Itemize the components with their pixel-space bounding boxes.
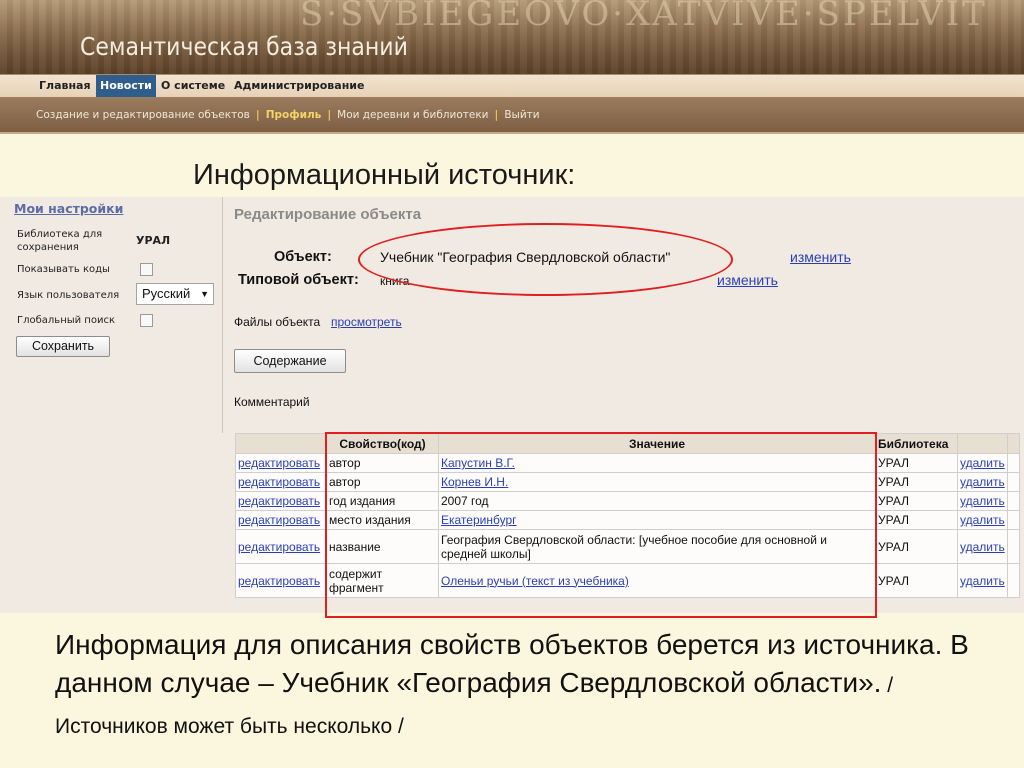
edit-link[interactable]: редактировать <box>238 475 320 489</box>
delete-link[interactable]: удалить <box>960 540 1005 554</box>
delete-link[interactable]: удалить <box>960 494 1005 508</box>
edit-link[interactable]: редактировать <box>238 574 320 588</box>
delete-link[interactable]: удалить <box>960 475 1005 489</box>
library-cell: УРАЛ <box>875 491 958 511</box>
edit-link[interactable]: редактировать <box>238 456 320 470</box>
type-object-label: Типовой объект: <box>238 272 359 288</box>
settings-sidebar: Мои настройки Библиотека для сохранения … <box>0 197 222 433</box>
spacer-cell <box>1007 472 1020 492</box>
object-label: Объект: <box>274 249 332 265</box>
subnav-item-create-edit[interactable]: Создание и редактирование объектов <box>36 109 250 121</box>
global-search-checkbox[interactable] <box>140 314 153 327</box>
header-banner: S·SVBIEGEOVO·XATVIVE·SPELVIT Семантическ… <box>0 0 1024 74</box>
spacer-cell <box>1007 453 1020 473</box>
library-cell: УРАЛ <box>875 472 958 492</box>
subnav-item-logout[interactable]: Выйти <box>504 109 539 121</box>
header-library: Библиотека <box>875 433 958 454</box>
subnav-item-profile[interactable]: Профиль <box>266 109 322 121</box>
subnav-separator: | <box>327 109 332 121</box>
spacer-cell <box>1007 563 1020 598</box>
annotation-ellipse <box>358 223 733 296</box>
header-empty-cell <box>1007 433 1020 454</box>
edit-link[interactable]: редактировать <box>238 513 320 527</box>
nav-item-news[interactable]: Новости <box>96 75 156 97</box>
slide-heading: Информационный источник: <box>193 159 576 191</box>
contents-button[interactable]: Содержание <box>234 349 346 373</box>
spacer-cell <box>1007 491 1020 511</box>
subnav-separator: | <box>494 109 499 121</box>
spacer-cell <box>1007 529 1020 564</box>
sub-nav-row: Создание и редактирование объектов | Профи… <box>36 109 540 121</box>
comment-label: Комментарий <box>234 395 310 409</box>
header-empty-cell <box>235 433 327 454</box>
nav-item-admin[interactable]: Администрирование <box>234 75 364 97</box>
delete-link[interactable]: удалить <box>960 513 1005 527</box>
subnav-separator: | <box>255 109 260 121</box>
library-value: УРАЛ <box>136 234 171 247</box>
spacer-cell <box>1007 510 1020 530</box>
library-cell: УРАЛ <box>875 529 958 564</box>
library-label: Библиотека для сохранения <box>17 229 103 253</box>
type-object-change-link[interactable]: изменить <box>717 272 778 288</box>
language-select[interactable]: Русский ▼ <box>136 283 214 305</box>
sidebar-title[interactable]: Мои настройки <box>14 201 123 216</box>
edit-link[interactable]: редактировать <box>238 540 320 554</box>
header-empty-cell <box>957 433 1008 454</box>
annotation-rectangle <box>325 432 877 618</box>
delete-link[interactable]: удалить <box>960 574 1005 588</box>
delete-link[interactable]: удалить <box>960 456 1005 470</box>
subnav-item-trees-libraries[interactable]: Мои деревни и библиотеки <box>337 109 488 121</box>
slide-caption: Информация для описания свойств объектов… <box>55 626 995 746</box>
save-button[interactable]: Сохранить <box>16 336 110 357</box>
banner-inscription: S·SVBIEGEOVO·XATVIVE·SPELVIT <box>300 0 988 34</box>
show-codes-checkbox[interactable] <box>140 263 153 276</box>
caption-main: Информация для описания свойств объектов… <box>55 629 969 698</box>
library-cell: УРАЛ <box>875 510 958 530</box>
library-cell: УРАЛ <box>875 453 958 473</box>
site-title: Семантическая база знаний <box>80 32 408 61</box>
chevron-down-icon: ▼ <box>200 289 209 299</box>
files-label: Файлы объекта <box>234 315 321 329</box>
edit-link[interactable]: редактировать <box>238 494 320 508</box>
show-codes-label: Показывать коды <box>17 264 110 275</box>
files-view-link[interactable]: просмотреть <box>331 315 402 329</box>
main-nav: Главная Новости О системе Администрирова… <box>0 74 1024 98</box>
language-select-value: Русский <box>142 286 191 301</box>
nav-item-home[interactable]: Главная <box>39 75 91 97</box>
language-label: Язык пользователя <box>17 290 120 301</box>
sub-nav: Создание и редактирование объектов | Профи… <box>0 98 1024 134</box>
global-search-label: Глобальный поиск <box>17 315 115 326</box>
nav-item-about[interactable]: О системе <box>161 75 225 97</box>
object-change-link[interactable]: изменить <box>790 249 851 265</box>
library-cell: УРАЛ <box>875 563 958 598</box>
editor-title: Редактирование объекта <box>234 206 422 223</box>
